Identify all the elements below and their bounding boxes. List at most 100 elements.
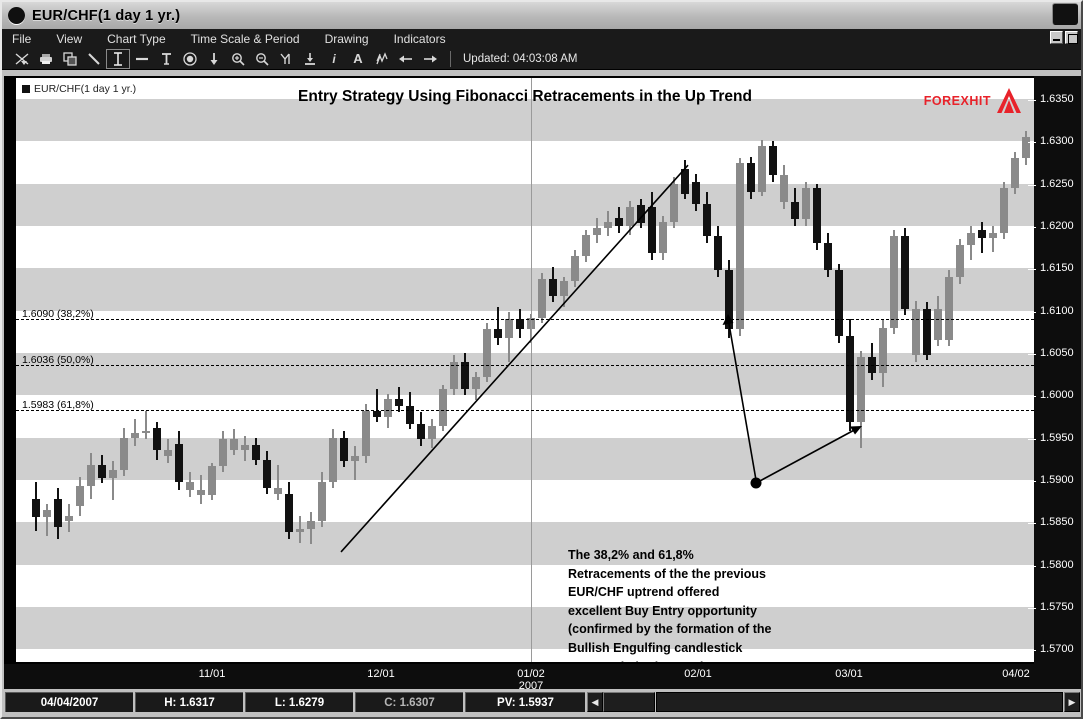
candle-body bbox=[384, 398, 392, 417]
candle-body bbox=[98, 464, 106, 479]
candle-body bbox=[505, 319, 513, 338]
chart-grid-icon[interactable] bbox=[10, 49, 34, 69]
candle-body bbox=[714, 236, 722, 271]
menu-view[interactable]: View bbox=[54, 32, 92, 46]
candle-body bbox=[747, 162, 755, 193]
candle-body bbox=[813, 188, 821, 244]
price-tick-label: 1.6250 bbox=[1028, 178, 1074, 190]
candle-body bbox=[989, 232, 997, 238]
fibonacci-level-label: 1.5983 (61,8%) bbox=[22, 398, 94, 411]
annotation-line: excellent Buy Entry opportunity bbox=[568, 603, 757, 618]
candle-body bbox=[692, 182, 700, 205]
date-tick-label: 04/02 bbox=[1002, 668, 1030, 680]
menu-time-scale-period[interactable]: Time Scale & Period bbox=[189, 32, 310, 46]
price-tick-mark bbox=[1028, 396, 1036, 398]
measure-icon[interactable] bbox=[274, 49, 298, 69]
grid-band bbox=[16, 183, 1034, 227]
print-icon[interactable] bbox=[34, 49, 58, 69]
price-tick-mark bbox=[1028, 311, 1036, 313]
info-icon[interactable]: i bbox=[322, 49, 346, 69]
candle-body bbox=[945, 276, 953, 341]
menu-chart-type[interactable]: Chart Type bbox=[105, 32, 175, 46]
candle-body bbox=[824, 243, 832, 271]
candle-body bbox=[417, 424, 425, 440]
date-tick-label: 03/01 bbox=[835, 668, 863, 680]
scrollbar-thumb[interactable] bbox=[603, 692, 655, 712]
scrollbar-right-button[interactable]: ▶ bbox=[1064, 692, 1080, 712]
close-button[interactable] bbox=[1052, 3, 1078, 25]
candle-body bbox=[758, 145, 766, 193]
font-icon[interactable]: A bbox=[346, 49, 370, 69]
annotation-line: (confirmed by the formation of the bbox=[568, 622, 772, 637]
scrollbar-left-button[interactable]: ◀ bbox=[587, 692, 603, 712]
price-tick-mark bbox=[1028, 481, 1036, 483]
candle-body bbox=[54, 498, 62, 527]
horizontal-line-icon[interactable] bbox=[130, 49, 154, 69]
candle-wick bbox=[277, 464, 279, 501]
grid-band bbox=[16, 268, 1034, 311]
price-tick-mark bbox=[1028, 354, 1036, 356]
price-tick-label: 1.6200 bbox=[1028, 220, 1074, 232]
scrollbar-track[interactable] bbox=[656, 692, 1063, 712]
candle-body bbox=[351, 456, 359, 462]
price-tick-label: 1.5750 bbox=[1028, 601, 1074, 613]
vertical-line-icon[interactable] bbox=[106, 48, 130, 69]
candle-body bbox=[560, 281, 568, 296]
minimize-button[interactable] bbox=[1050, 31, 1063, 44]
zoom-in-icon[interactable] bbox=[226, 49, 250, 69]
scroll-right-icon[interactable] bbox=[418, 49, 442, 69]
candle-body bbox=[241, 445, 249, 450]
menu-indicators[interactable]: Indicators bbox=[392, 32, 456, 46]
ellipse-icon[interactable] bbox=[178, 49, 202, 69]
candle-body bbox=[978, 229, 986, 238]
price-tick-mark bbox=[1028, 184, 1036, 186]
candle-body bbox=[32, 499, 40, 518]
candle-body bbox=[120, 437, 128, 470]
candle-body bbox=[648, 207, 656, 254]
candle-body bbox=[109, 469, 117, 479]
maximize-button[interactable] bbox=[1065, 31, 1078, 44]
brand-label: FOREXHIT bbox=[923, 94, 991, 108]
candle-body bbox=[890, 236, 898, 328]
trendline-icon[interactable] bbox=[82, 49, 106, 69]
candle-body bbox=[934, 309, 942, 341]
status-close: C: 1.6307 bbox=[355, 692, 463, 712]
annotation-line: patterns in both cases). bbox=[568, 658, 898, 662]
candle-wick bbox=[145, 411, 147, 440]
candle-body bbox=[65, 515, 73, 521]
candle-body bbox=[703, 204, 711, 237]
text-tool-icon[interactable] bbox=[154, 49, 178, 69]
candle-body bbox=[175, 443, 183, 482]
candle-body bbox=[362, 410, 370, 457]
candle-body bbox=[923, 309, 931, 355]
price-tick-mark bbox=[1028, 269, 1036, 271]
candle-wick bbox=[376, 388, 378, 423]
arrow-down-icon[interactable] bbox=[202, 49, 226, 69]
candle-body bbox=[637, 204, 645, 223]
title-bar: EUR/CHF(1 day 1 yr.) bbox=[2, 2, 1081, 29]
candle-body bbox=[956, 244, 964, 277]
menu-drawing[interactable]: Drawing bbox=[323, 32, 379, 46]
price-tick-label: 1.5850 bbox=[1028, 516, 1074, 528]
candle-body bbox=[395, 398, 403, 406]
price-tick-mark bbox=[1028, 650, 1036, 652]
menu-file[interactable]: File bbox=[10, 32, 41, 46]
zoom-out-icon[interactable] bbox=[250, 49, 274, 69]
candle-body bbox=[912, 309, 920, 355]
fibonacci-icon[interactable] bbox=[370, 49, 394, 69]
menu-bar: File View Chart Type Time Scale & Period… bbox=[2, 29, 1081, 48]
date-tick-label: 02/01 bbox=[684, 668, 712, 680]
candle-body bbox=[164, 449, 172, 457]
candle-body bbox=[208, 466, 216, 496]
price-tick-mark bbox=[1028, 142, 1036, 144]
price-plot[interactable]: EUR/CHF(1 day 1 yr.) Entry Strategy Usin… bbox=[16, 78, 1034, 662]
candle-body bbox=[318, 481, 326, 521]
candle-body bbox=[131, 432, 139, 438]
anchor-icon[interactable] bbox=[298, 49, 322, 69]
candle-body bbox=[615, 217, 623, 227]
price-tick-label: 1.5900 bbox=[1028, 474, 1074, 486]
candle-body bbox=[901, 236, 909, 310]
copy-icon[interactable] bbox=[58, 49, 82, 69]
scroll-left-icon[interactable] bbox=[394, 49, 418, 69]
candle-body bbox=[879, 327, 887, 374]
